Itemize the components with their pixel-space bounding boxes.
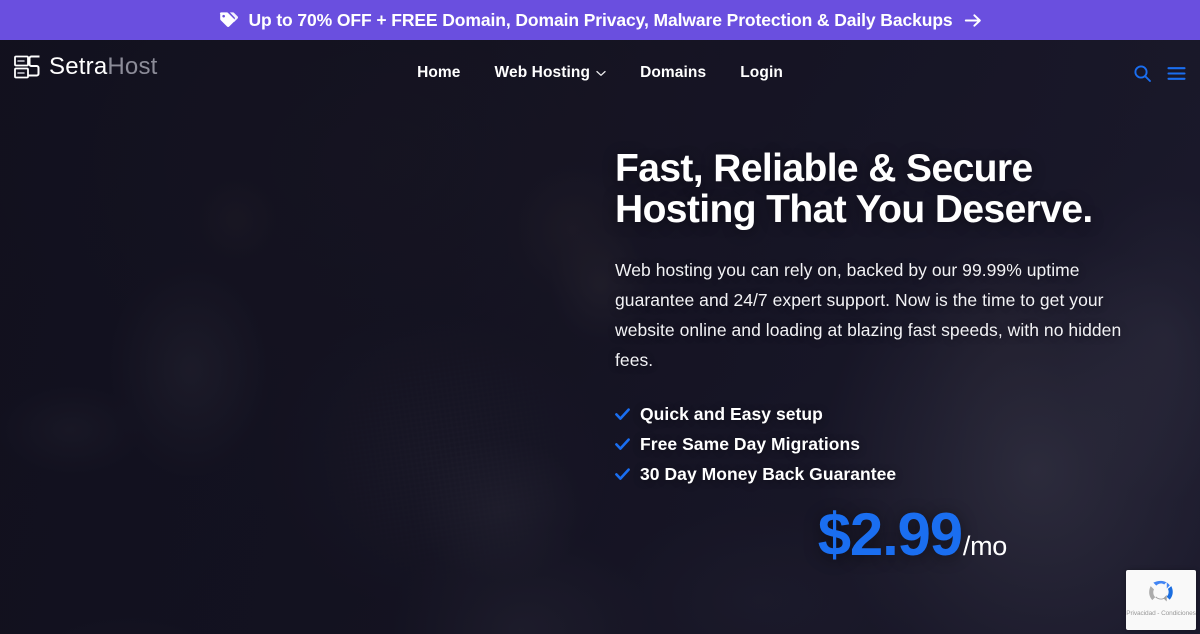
- hero-title-line-1: Fast, Reliable & Secure: [615, 147, 1033, 190]
- hero-feature-list: Quick and Easy setup Free Same Day Migra…: [615, 399, 1175, 489]
- feature-item-label: Quick and Easy setup: [640, 403, 823, 424]
- search-icon[interactable]: [1132, 63, 1152, 83]
- price-amount: $2.99: [817, 501, 963, 569]
- nav-item-home-label: Home: [417, 64, 461, 81]
- main-navbar: SetraHost Home Web Hosting Domains Login: [0, 40, 1200, 106]
- hero-title: Fast, Reliable & Secure Hosting That You…: [615, 148, 1175, 231]
- promo-banner-content: Up to 70% OFF + FREE Domain, Domain Priv…: [218, 10, 981, 31]
- nav-item-web-hosting-label: Web Hosting: [494, 64, 591, 81]
- nav-item-domains[interactable]: Domains: [640, 64, 706, 82]
- nav-item-login-label: Login: [740, 64, 783, 81]
- promo-banner-text: Up to 70% OFF + FREE Domain, Domain Priv…: [248, 9, 953, 30]
- hero-content: Fast, Reliable & Secure Hosting That You…: [615, 148, 1175, 565]
- hero-title-line-2: Hosting That You Deserve.: [615, 188, 1093, 232]
- nav-item-domains-label: Domains: [640, 64, 707, 81]
- feature-item: Quick and Easy setup: [615, 399, 1175, 429]
- nav-item-web-hosting[interactable]: Web Hosting: [495, 64, 607, 82]
- hamburger-menu-icon[interactable]: [1166, 63, 1186, 83]
- tags-icon: [218, 11, 239, 30]
- nav-actions: [1132, 40, 1186, 106]
- chevron-down-icon: [596, 70, 606, 77]
- recaptcha-logo-icon: [1145, 576, 1177, 608]
- arrow-right-icon: [962, 12, 982, 29]
- hero-subtitle: Web hosting you can rely on, backed by o…: [615, 259, 1122, 370]
- feature-item-label: Free Same Day Migrations: [640, 433, 861, 454]
- nav-item-login[interactable]: Login: [740, 64, 783, 82]
- price-period: /mo: [962, 531, 1007, 562]
- check-icon: [615, 437, 630, 452]
- feature-item: Free Same Day Migrations: [615, 429, 1175, 459]
- nav-item-home[interactable]: Home: [417, 64, 460, 82]
- recaptcha-badge[interactable]: Privacidad - Condiciones: [1126, 570, 1196, 630]
- feature-item: 30 Day Money Back Guarantee: [615, 459, 1175, 489]
- hero-section: SetraHost Home Web Hosting Domains Login: [0, 40, 1200, 634]
- feature-item-label: 30 Day Money Back Guarantee: [640, 463, 897, 484]
- hero-price: $2.99 /mo: [615, 505, 1175, 565]
- promo-banner[interactable]: Up to 70% OFF + FREE Domain, Domain Priv…: [0, 0, 1200, 40]
- nav-links: Home Web Hosting Domains Login: [0, 40, 1200, 106]
- check-icon: [615, 407, 630, 422]
- check-icon: [615, 467, 630, 482]
- recaptcha-privacy-terms[interactable]: Privacidad - Condiciones: [1126, 610, 1196, 617]
